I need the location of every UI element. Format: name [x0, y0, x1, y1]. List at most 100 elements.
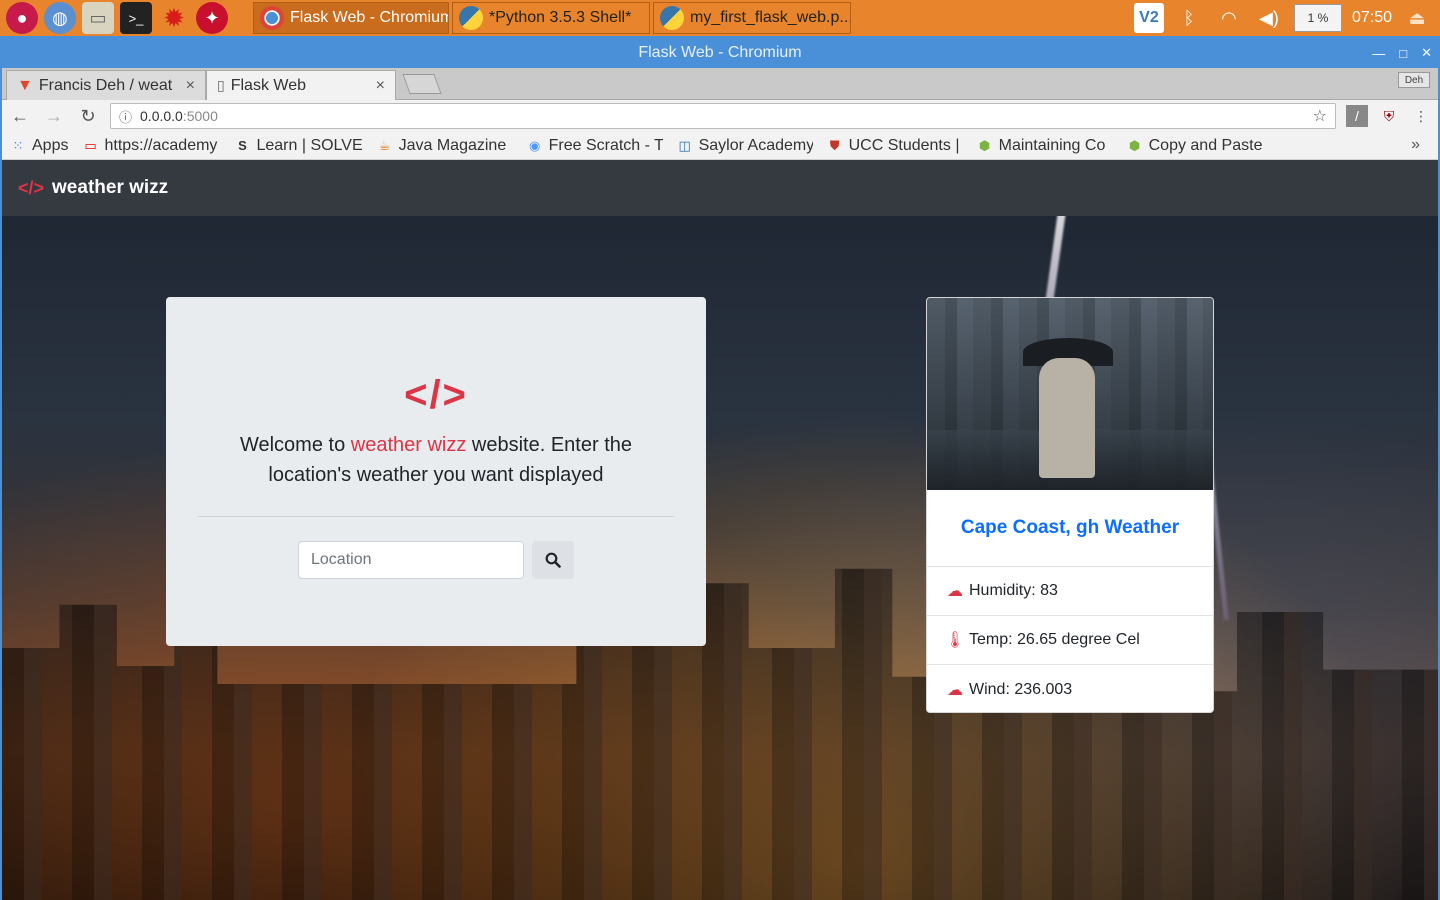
taskbar: ● ◍ ▭ >_ ✹ ✦ Flask Web - Chromium *Pytho… — [0, 0, 1440, 36]
code-icon: </> — [404, 373, 468, 417]
browser-window: Flask Web - Chromium — □ ✕ ▼ Francis Deh… — [0, 36, 1440, 900]
bookmark-java[interactable]: ☕ Java Magazine — [377, 137, 513, 155]
new-tab-button[interactable] — [402, 74, 442, 94]
bookmark-label: Copy and Paste — [1148, 136, 1263, 154]
tab-close-icon[interactable]: × — [186, 77, 195, 95]
location-input[interactable] — [298, 541, 524, 579]
ublock-icon[interactable]: ⛨ — [1378, 105, 1400, 127]
url-port: :5000 — [182, 108, 218, 124]
window-controls: — □ ✕ — [1372, 38, 1432, 68]
scratch-icon: ◉ — [528, 137, 541, 153]
url-host: 0.0.0.0 — [140, 108, 183, 124]
wind-row: ☁ Wind: 236.003 — [927, 665, 1213, 712]
code-icon: </> — [18, 177, 45, 198]
extension-icon[interactable]: / — [1346, 105, 1368, 127]
gitlab-icon: ▼ — [17, 76, 33, 94]
url-text: 0.0.0.0:5000 — [140, 108, 218, 124]
temp-row: 🌡 Temp: 26.65 degree Cel — [927, 616, 1213, 665]
vnc-label: V2 — [1139, 9, 1159, 26]
burst-icon[interactable]: ✹ — [158, 2, 190, 34]
bookmark-maintaining[interactable]: ⬢ Maintaining Co — [977, 137, 1113, 155]
bookmark-academy[interactable]: ▭ https://academy — [82, 137, 220, 155]
site-navbar: </> weather wizz — [2, 160, 1438, 216]
globe-icon[interactable]: ◍ — [44, 2, 76, 34]
task-label: *Python 3.5.3 Shell* — [489, 9, 632, 26]
thermometer-icon: 🌡 — [944, 632, 966, 649]
task-label: my_first_flask_web.p... — [690, 9, 851, 26]
reload-icon[interactable]: ↻ — [76, 104, 100, 128]
close-icon[interactable]: ✕ — [1421, 45, 1432, 61]
apps-grid-icon: ⁙ — [12, 137, 24, 153]
wifi-icon[interactable]: ◠ — [1214, 3, 1244, 33]
window-title: Flask Web - Chromium — [638, 44, 802, 61]
android-icon: ⬢ — [978, 137, 991, 153]
site-brand[interactable]: weather wizz — [52, 177, 168, 199]
bookmark-label: Apps — [32, 136, 69, 154]
tab-label: Flask Web — [230, 76, 306, 94]
browser-toolbar: ← → ↻ ⓘ 0.0.0.0:5000 ☆ / ⛨ ⋮ — [2, 100, 1438, 132]
cpu-value: 1 % — [1307, 11, 1329, 25]
address-bar[interactable]: ⓘ 0.0.0.0:5000 ☆ — [110, 103, 1336, 129]
eject-icon[interactable]: ⏏ — [1402, 3, 1432, 33]
bookmark-label: Saylor Academy — [698, 136, 813, 154]
tab-label: Francis Deh / weat — [38, 76, 173, 94]
bookmark-saylor[interactable]: ◫ Saylor Academy — [677, 136, 813, 155]
tab-flask-web[interactable]: ▯ Flask Web × — [206, 70, 396, 100]
bookmark-label: UCC Students | — [848, 136, 960, 154]
vnc-icon[interactable]: V2 — [1133, 3, 1164, 33]
raspberry-icon[interactable]: ● — [6, 2, 38, 34]
tab-strip: ▼ Francis Deh / weat × ▯ Flask Web × Deh — [2, 68, 1438, 100]
weather-card-title: Cape Coast, gh Weather — [927, 490, 1213, 567]
bookmark-ucc[interactable]: ⛊ UCC Students | — [827, 137, 963, 155]
humidity-value: Humidity: 83 — [969, 582, 1058, 599]
task-chromium[interactable]: Flask Web - Chromium — [253, 2, 449, 34]
bookmark-label: Free Scratch - T — [548, 136, 663, 154]
bookmarks-overflow-icon[interactable]: » — [1411, 136, 1420, 154]
task-flask-file[interactable]: my_first_flask_web.p... — [653, 2, 851, 34]
back-icon[interactable]: ← — [8, 104, 32, 128]
cpu-monitor: 1 % — [1293, 4, 1342, 32]
maximize-icon[interactable]: □ — [1399, 46, 1407, 61]
welcome-panel: </> Welcome to weather wizz website. Ent… — [166, 297, 706, 646]
tab-gitlab[interactable]: ▼ Francis Deh / weat × — [6, 70, 206, 100]
task-python-shell[interactable]: *Python 3.5.3 Shell* — [452, 2, 650, 34]
info-icon[interactable]: ⓘ — [119, 107, 132, 126]
bookmark-label: Java Magazine — [398, 136, 507, 154]
tab-close-icon[interactable]: × — [376, 77, 385, 95]
ucc-icon: ⛊ — [829, 137, 840, 153]
system-tray: V2 ᛒ ◠ ◀) 1 % 07:50 ⏏ — [1133, 0, 1440, 36]
wind-cloud-icon: ☁ — [947, 681, 963, 699]
person — [1039, 358, 1095, 478]
window-titlebar[interactable]: Flask Web - Chromium — □ ✕ — [2, 38, 1438, 68]
bookmark-apps[interactable]: ⁙ Apps — [10, 136, 69, 155]
wind-value: Wind: 236.003 — [969, 680, 1073, 698]
clock[interactable]: 07:50 — [1352, 9, 1392, 27]
menu-icon[interactable]: ⋮ — [1410, 105, 1432, 127]
terminal-icon[interactable]: >_ — [120, 2, 152, 34]
bookmark-label: https://academy — [104, 136, 218, 154]
welcome-text: Welcome to weather wizz website. Enter t… — [216, 430, 656, 490]
weather-card-image — [927, 298, 1213, 490]
page-viewport: </> weather wizz </> Welcome to weather … — [2, 160, 1438, 900]
forward-icon[interactable]: → — [42, 104, 66, 128]
chromium-icon — [260, 6, 284, 30]
folder-icon[interactable]: ▭ — [82, 2, 114, 34]
search-button[interactable] — [532, 541, 574, 579]
search-icon — [545, 552, 561, 568]
android-icon: ⬢ — [1128, 137, 1141, 153]
bookmark-label: Learn | SOLVE — [256, 136, 363, 154]
bluetooth-icon[interactable]: ᛒ — [1174, 3, 1204, 33]
welcome-prefix: Welcome to — [239, 434, 351, 456]
oracle-icon: ▭ — [84, 137, 97, 153]
bookmark-scratch[interactable]: ◉ Free Scratch - T — [527, 137, 663, 155]
cloud-icon: ☁ — [947, 583, 963, 600]
minimize-icon[interactable]: — — [1372, 46, 1385, 61]
profile-button[interactable]: Deh — [1398, 72, 1430, 88]
bookmark-solve[interactable]: S Learn | SOLVE — [234, 137, 362, 155]
bookmark-copy-paste[interactable]: ⬢ Copy and Paste — [1127, 137, 1263, 155]
mathematica-icon[interactable]: ✦ — [196, 2, 228, 34]
volume-icon[interactable]: ◀) — [1254, 3, 1284, 33]
bookmark-star-icon[interactable]: ☆ — [1313, 106, 1327, 126]
temp-value: Temp: 26.65 degree Cel — [969, 631, 1140, 648]
java-icon: ☕ — [378, 137, 391, 153]
